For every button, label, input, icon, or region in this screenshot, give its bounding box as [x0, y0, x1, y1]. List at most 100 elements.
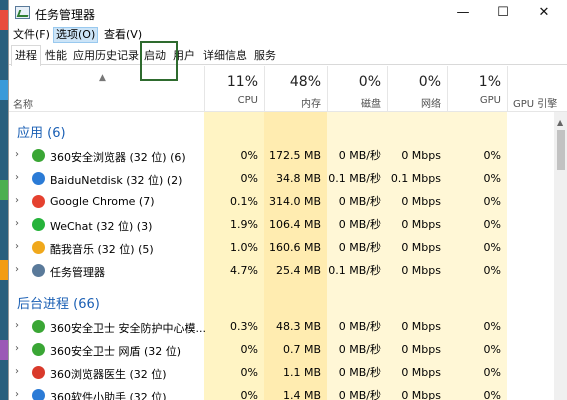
process-row[interactable]: › 360软件小助手 (32 位) 0% 1.4 MB 0 MB/秒 0 Mbps 0% [9, 384, 554, 400]
disk-value: 0.1 MB/秒 [328, 172, 381, 185]
menu-options[interactable]: 选项(O) [53, 27, 99, 43]
process-row[interactable]: › 360安全卫士 网盾 (32 位) 0% 0.7 MB 0 MB/秒 0 Mbps 0% [9, 338, 554, 361]
cpu-value: 4.7% [230, 264, 258, 277]
process-row[interactable]: › Google Chrome (7) 0.1% 314.0 MB 0 MB/秒 0 Mb… [9, 190, 554, 213]
close-button[interactable]: ✕ [527, 0, 561, 26]
cpu-total: 11% [226, 74, 258, 90]
network-label: 网络 [421, 99, 441, 110]
maximize-button[interactable]: ☐ [486, 0, 520, 26]
process-name: 360安全浏览器 (32 位) (6) [50, 151, 186, 164]
process-row[interactable]: › WeChat (32 位) (3) 1.9% 106.4 MB 0 MB/秒 0 Mb… [9, 213, 554, 236]
memory-label: 内存 [301, 99, 321, 110]
disk-value: 0 MB/秒 [338, 195, 381, 208]
cpu-value: 0.3% [230, 320, 258, 333]
process-name: 360软件小助手 (32 位) [50, 391, 167, 400]
chevron-right-icon[interactable]: › [15, 195, 19, 206]
task-manager-window: 任务管理器 — ☐ ✕ 文件(F) 选项(O) 查看(V) 进程 性能 应用历史… [8, 0, 567, 400]
process-name: 360安全卫士 安全防护中心模... [50, 322, 206, 335]
memory-value: 25.4 MB [275, 264, 321, 277]
chevron-right-icon[interactable]: › [15, 264, 19, 275]
cpu-value: 1.9% [230, 218, 258, 231]
chevron-right-icon[interactable]: › [15, 366, 19, 377]
scroll-up-icon[interactable]: ▲ [557, 118, 563, 127]
tab-processes[interactable]: 进程 [11, 45, 41, 66]
section-background: 后台进程 (66) [17, 297, 100, 312]
scroll-thumb[interactable] [557, 130, 565, 170]
360-helper-icon [32, 389, 45, 400]
title-bar[interactable]: 任务管理器 — ☐ ✕ [9, 0, 567, 26]
desktop-icon[interactable] [0, 180, 8, 200]
gpu-value: 0% [483, 149, 501, 162]
chevron-right-icon[interactable]: › [15, 172, 19, 183]
desktop-icon[interactable] [0, 260, 8, 280]
process-row[interactable]: › 酷我音乐 (32 位) (5) 1.0% 160.6 MB 0 MB/秒 0 Mbps… [9, 236, 554, 259]
menu-view[interactable]: 查看(V) [102, 27, 144, 43]
column-network[interactable]: 0% 网络 [387, 66, 447, 112]
gpu-engine-label: GPU 引擎 [513, 99, 558, 110]
memory-value: 172.5 MB [268, 149, 321, 162]
memory-value: 160.6 MB [268, 241, 321, 254]
column-memory[interactable]: 48% 内存 [264, 66, 327, 112]
window-title: 任务管理器 [35, 8, 96, 22]
chrome-icon [32, 195, 45, 208]
network-value: 0 Mbps [401, 218, 441, 231]
kuwo-music-icon [32, 241, 45, 254]
chevron-right-icon[interactable]: › [15, 149, 19, 160]
gpu-value: 0% [483, 343, 501, 356]
wechat-icon [32, 218, 45, 231]
network-value: 0 Mbps [401, 366, 441, 379]
desktop-icon[interactable] [0, 340, 8, 360]
vertical-scrollbar[interactable]: ▲ [554, 112, 567, 400]
cpu-value: 0% [240, 172, 258, 185]
network-value: 0 Mbps [401, 343, 441, 356]
chevron-right-icon[interactable]: › [15, 343, 19, 354]
chevron-right-icon[interactable]: › [15, 218, 19, 229]
network-value: 0 Mbps [401, 149, 441, 162]
gpu-value: 0% [483, 264, 501, 277]
process-row[interactable]: › 360安全卫士 安全防护中心模... 0.3% 48.3 MB 0 MB/秒 0 Mb… [9, 315, 554, 338]
menu-file[interactable]: 文件(F) [11, 27, 52, 43]
desktop-icon[interactable] [0, 80, 8, 100]
process-row[interactable]: › 任务管理器 4.7% 25.4 MB 0.1 MB/秒 0 Mbps 0% [9, 259, 554, 282]
tab-users[interactable]: 用户 [169, 45, 199, 65]
360-doctor-icon [32, 366, 45, 379]
sort-up-icon[interactable]: ▲ [99, 74, 109, 83]
chevron-right-icon[interactable]: › [15, 389, 19, 400]
tab-performance[interactable]: 性能 [41, 45, 71, 65]
column-cpu[interactable]: 11% CPU [204, 66, 264, 112]
column-name[interactable]: 名称 [13, 96, 33, 111]
column-gpu-engine[interactable]: GPU 引擎 [507, 66, 567, 112]
menu-bar: 文件(F) 选项(O) 查看(V) [9, 26, 567, 44]
process-row[interactable]: › 360浏览器医生 (32 位) 0% 1.1 MB 0 MB/秒 0 Mbps 0% [9, 361, 554, 384]
memory-value: 1.1 MB [282, 366, 321, 379]
task-manager-icon [15, 6, 30, 19]
disk-label: 磁盘 [361, 99, 381, 110]
tab-app-history[interactable]: 应用历史记录 [69, 45, 143, 65]
column-gpu[interactable]: 1% GPU [447, 66, 507, 112]
gpu-value: 0% [483, 172, 501, 185]
desktop-icon[interactable] [0, 10, 8, 30]
gpu-total: 1% [478, 74, 501, 90]
cpu-value: 1.0% [230, 241, 258, 254]
tab-services[interactable]: 服务 [250, 45, 280, 65]
desktop-strip [0, 0, 8, 400]
memory-value: 314.0 MB [268, 195, 321, 208]
disk-value: 0 MB/秒 [338, 149, 381, 162]
minimize-button[interactable]: — [446, 0, 480, 26]
network-value: 0.1 Mbps [390, 172, 441, 185]
chevron-right-icon[interactable]: › [15, 241, 19, 252]
tab-startup[interactable]: 启动 [140, 45, 170, 65]
disk-value: 0.1 MB/秒 [328, 264, 381, 277]
column-disk[interactable]: 0% 磁盘 [327, 66, 387, 112]
memory-value: 1.4 MB [282, 389, 321, 400]
column-header: ▲ 名称 11% CPU 48% 内存 0% 磁盘 0% 网络 1% GPU G… [9, 66, 567, 112]
network-value: 0 Mbps [401, 264, 441, 277]
disk-value: 0 MB/秒 [338, 389, 381, 400]
process-name: 360浏览器医生 (32 位) [50, 368, 167, 381]
process-row[interactable]: › BaiduNetdisk (32 位) (2) 0% 34.8 MB 0.1 MB/… [9, 167, 554, 190]
tab-details[interactable]: 详细信息 [199, 45, 251, 65]
process-name: 任务管理器 [50, 266, 105, 279]
chevron-right-icon[interactable]: › [15, 320, 19, 331]
memory-value: 48.3 MB [275, 320, 321, 333]
process-row[interactable]: › 360安全浏览器 (32 位) (6) 0% 172.5 MB 0 MB/秒 0 Mb… [9, 144, 554, 167]
